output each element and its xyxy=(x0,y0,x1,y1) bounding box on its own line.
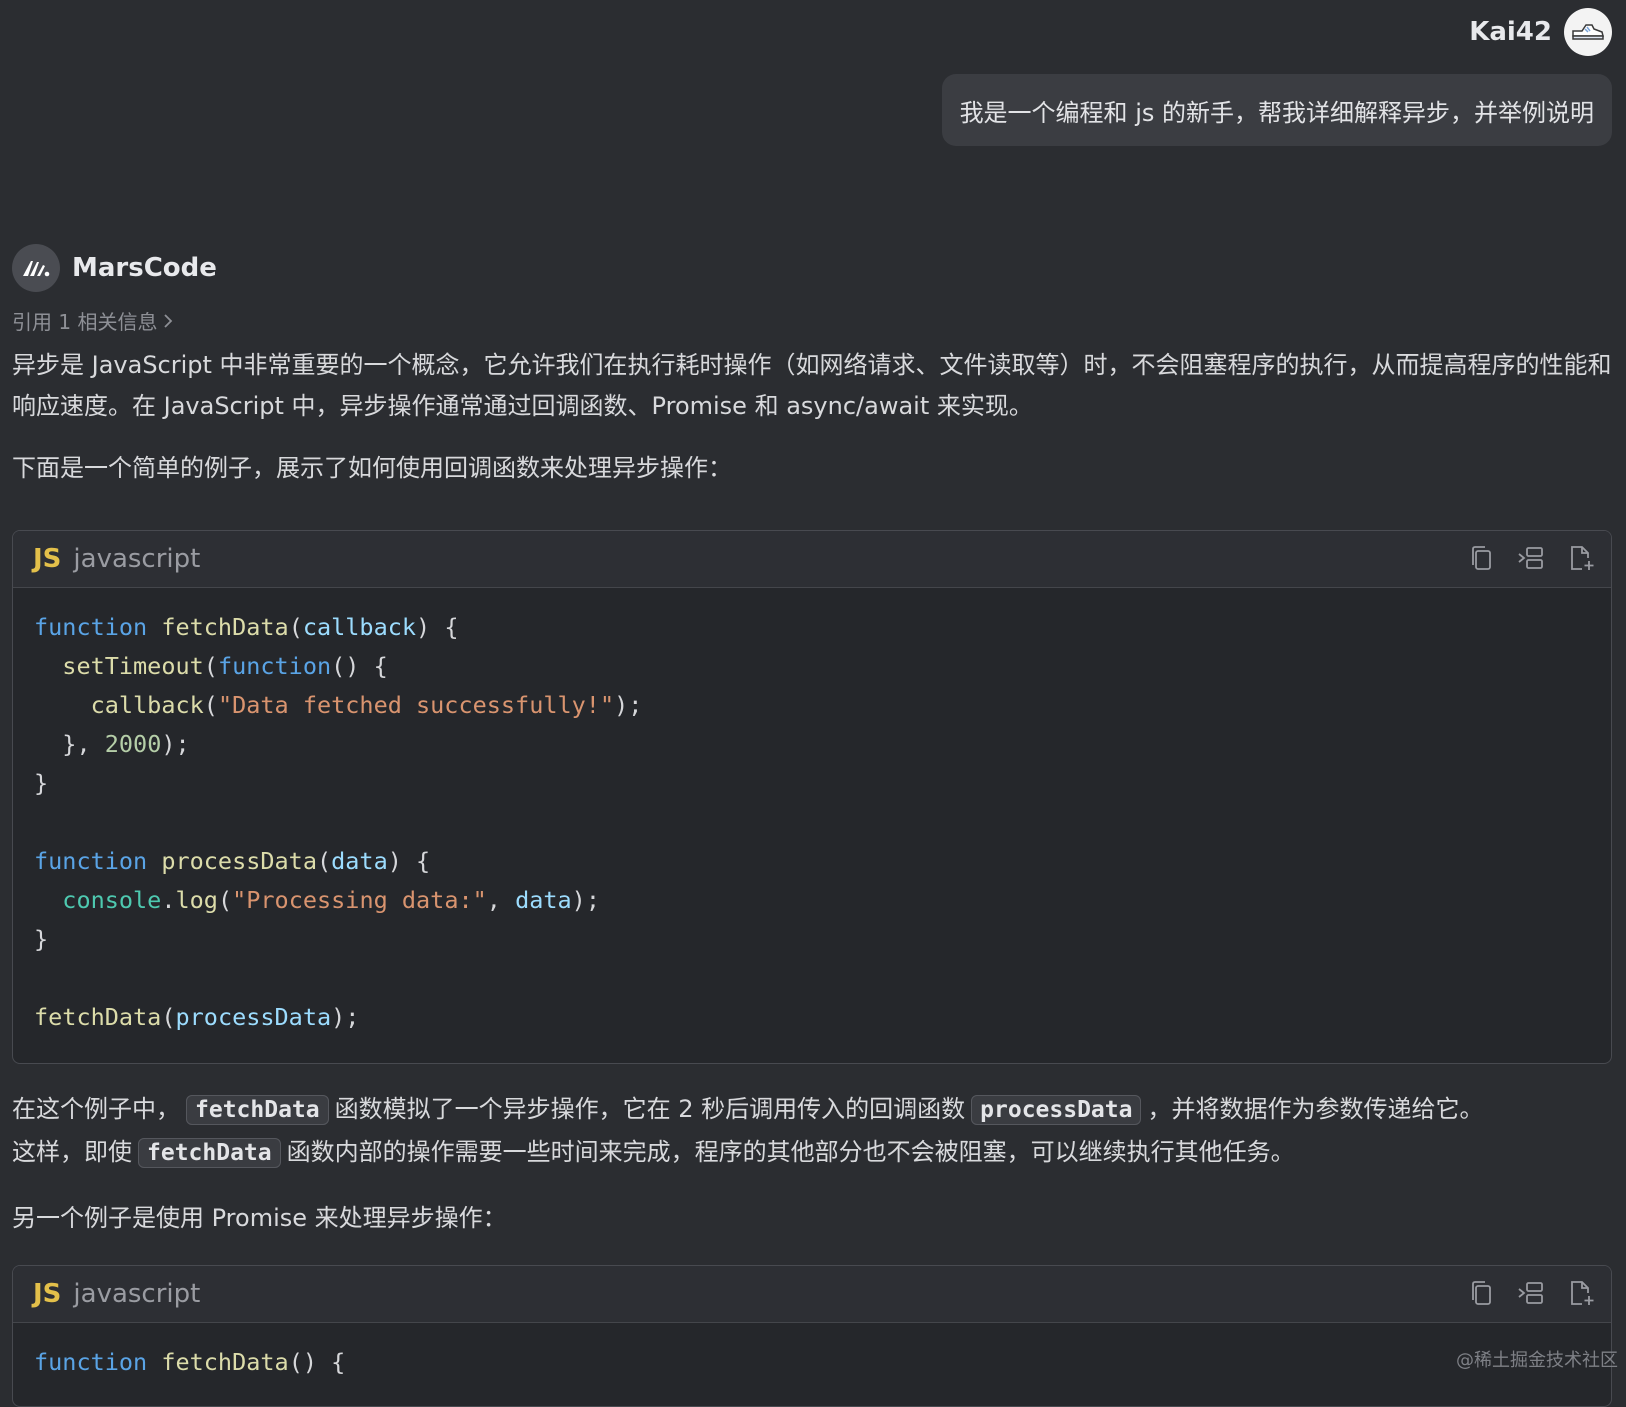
insert-icon xyxy=(1518,547,1543,569)
explain-text-3: ，并将数据作为参数传递给它。 xyxy=(1147,1095,1484,1123)
citation-label: 引用 1 相关信息 xyxy=(12,310,158,334)
code-block-promise: JS javascript function fetchData() { xyxy=(12,1265,1612,1407)
code-block-header: JS javascript xyxy=(13,531,1611,588)
copy-icon xyxy=(1472,1281,1491,1305)
js-badge: JS xyxy=(33,544,62,574)
user-message-bubble: 我是一个编程和 js 的新手，帮我详细解释异步，并举例说明 xyxy=(941,74,1612,146)
intro-text: 异步是 JavaScript 中非常重要的一个概念，它允许我们在执行耗时操作（如… xyxy=(12,351,1612,420)
callback-intro-paragraph: 下面是一个简单的例子，展示了如何使用回调函数来处理异步操作： xyxy=(12,448,1612,489)
code-content[interactable]: function fetchData(callback) { setTimeou… xyxy=(13,588,1611,1049)
watermark: @稀土掘金技术社区 xyxy=(1456,1350,1618,1371)
js-badge-2: JS xyxy=(33,1279,62,1309)
assistant-name: MarsCode xyxy=(72,253,217,283)
code-content-2[interactable]: function fetchData() { xyxy=(13,1323,1611,1394)
chevron-right-icon xyxy=(164,313,173,328)
explain-text-2: 函数模拟了一个异步操作，它在 2 秒后调用传入的回调函数 xyxy=(334,1095,966,1123)
marscode-logo-icon xyxy=(23,261,50,277)
insert-button-2[interactable] xyxy=(1517,1278,1545,1308)
new-file-icon xyxy=(1571,1281,1594,1305)
new-file-button[interactable] xyxy=(1567,543,1595,573)
explain-text-1: 在这个例子中， xyxy=(12,1095,180,1123)
explanation-paragraph: 在这个例子中， fetchData 函数模拟了一个异步操作，它在 2 秒后调用传入的… xyxy=(12,1088,1612,1174)
copy-icon xyxy=(1472,546,1491,570)
user-message-text: 我是一个编程和 js 的新手，帮我详细解释异步，并举例说明 xyxy=(959,98,1594,127)
code-block-header-2: JS javascript xyxy=(13,1266,1611,1323)
copy-button-2[interactable] xyxy=(1467,1278,1495,1308)
promise-intro-text: 另一个例子是使用 Promise 来处理异步操作： xyxy=(12,1204,507,1232)
copy-button[interactable] xyxy=(1467,543,1495,573)
inline-code-fetchdata-2: fetchData xyxy=(138,1138,281,1168)
assistant-header: MarsCode xyxy=(12,244,217,292)
insert-button[interactable] xyxy=(1517,543,1545,573)
code-language: javascript xyxy=(73,544,201,574)
marscode-avatar xyxy=(12,244,60,292)
code-toolbar xyxy=(1467,543,1595,573)
citation-link[interactable]: 引用 1 相关信息 xyxy=(12,306,173,335)
inline-code-processdata: processData xyxy=(971,1095,1142,1125)
explain-text-4: 这样，即使 xyxy=(12,1138,132,1166)
code-toolbar-2 xyxy=(1467,1278,1595,1308)
code-language-2: javascript xyxy=(73,1279,201,1309)
promise-intro-paragraph: 另一个例子是使用 Promise 来处理异步操作： xyxy=(12,1198,1612,1239)
user-header: Kai42 xyxy=(1469,8,1612,56)
intro-paragraph: 异步是 JavaScript 中非常重要的一个概念，它允许我们在执行耗时操作（如… xyxy=(12,345,1612,427)
code-block-callback: JS javascript function fetchData(callbac… xyxy=(12,530,1612,1064)
explain-text-5: 函数内部的操作需要一些时间来完成，程序的其他部分也不会被阻塞，可以继续执行其他任… xyxy=(286,1138,1295,1166)
user-avatar[interactable] xyxy=(1564,8,1612,56)
new-file-button-2[interactable] xyxy=(1567,1278,1595,1308)
user-name: Kai42 xyxy=(1469,17,1552,47)
new-file-icon xyxy=(1571,546,1594,570)
callback-intro-text: 下面是一个简单的例子，展示了如何使用回调函数来处理异步操作： xyxy=(12,454,732,482)
inline-code-fetchdata: fetchData xyxy=(186,1095,329,1125)
shoe-avatar-icon xyxy=(1572,24,1604,40)
insert-icon xyxy=(1518,1282,1543,1304)
